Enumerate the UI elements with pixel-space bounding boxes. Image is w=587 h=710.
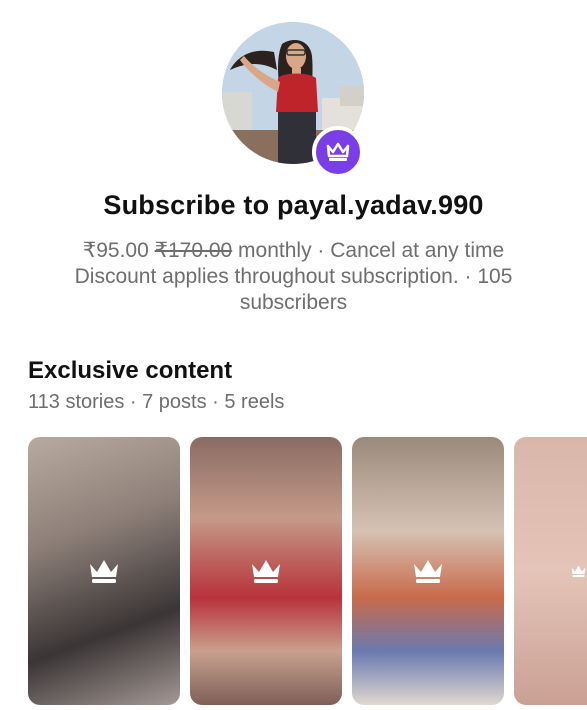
locked-content-card[interactable] <box>352 437 504 705</box>
subscribe-title: Subscribe to payal.yadav.990 <box>103 190 484 220</box>
profile-avatar-container[interactable] <box>222 22 364 178</box>
crown-icon <box>571 565 586 577</box>
exclusive-content-heading: Exclusive content <box>28 357 233 384</box>
original-price: ₹170.00 <box>154 239 233 262</box>
price: ₹95.00 <box>82 239 149 262</box>
content-counts: 113 stories · 7 posts · 5 reels <box>28 391 285 413</box>
subscriber-badge <box>312 126 364 178</box>
crown-icon <box>414 560 442 583</box>
billing-terms: monthly · Cancel at any time <box>238 239 505 262</box>
locked-content-card[interactable] <box>514 437 587 705</box>
exclusive-content-carousel[interactable] <box>0 437 587 710</box>
crown-icon <box>252 560 280 583</box>
discount-note: Discount applies throughout subscription… <box>74 265 513 314</box>
crown-icon <box>90 560 118 583</box>
crown-icon <box>326 142 350 161</box>
price-line: ₹95.00 ₹170.00 monthly · Cancel at any t… <box>0 238 587 263</box>
locked-content-card[interactable] <box>190 437 342 705</box>
locked-content-card[interactable] <box>28 437 180 705</box>
